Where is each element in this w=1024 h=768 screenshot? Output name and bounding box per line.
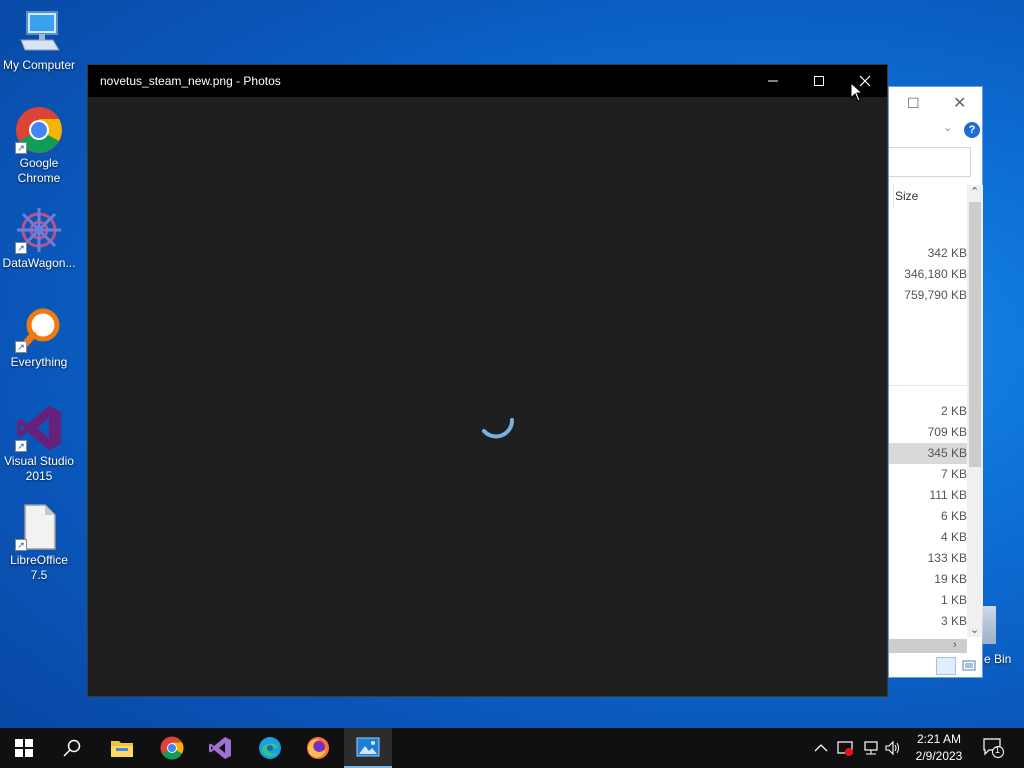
file-size: 342 KB	[927, 246, 967, 260]
file-size[interactable]: 19 KB	[889, 569, 967, 590]
chevron-up-icon	[814, 744, 828, 752]
search-icon	[63, 739, 81, 757]
clock[interactable]: 2:21 AM 2/9/2023	[900, 731, 978, 765]
desktop-icon-everything[interactable]: ↗ Everything	[0, 305, 78, 370]
start-button[interactable]	[0, 728, 48, 768]
chrome-icon: ↗	[15, 106, 63, 154]
desktop-icon-label: LibreOffice 7.5	[10, 553, 68, 582]
desktop-icon-visual-studio[interactable]: ↗ Visual Studio 2015	[0, 404, 78, 484]
photos-window[interactable]: novetus_steam_new.png - Photos	[87, 64, 888, 697]
close-icon[interactable]: ✕	[953, 93, 966, 113]
minimize-icon	[768, 80, 778, 82]
minimize-button[interactable]	[750, 65, 796, 97]
file-size: 346,180 KB	[904, 267, 967, 281]
search-button[interactable]	[48, 728, 96, 768]
maximize-icon[interactable]: ☐	[907, 95, 920, 112]
windows-logo-icon	[15, 739, 33, 757]
file-size[interactable]: 6 KB	[889, 506, 967, 527]
taskbar-chrome[interactable]	[148, 728, 196, 768]
shortcut-arrow-icon: ↗	[15, 341, 27, 353]
desktop-icon-my-computer[interactable]: My Computer	[0, 8, 78, 73]
network-tray-icon[interactable]	[862, 728, 880, 768]
mouse-cursor-icon	[850, 81, 864, 107]
shortcut-arrow-icon: ↗	[15, 539, 27, 551]
desktop-icon-label: My Computer	[2, 58, 76, 72]
computer-icon	[15, 8, 63, 56]
desktop-icon-label: Everything	[10, 355, 68, 369]
taskbar-edge[interactable]	[246, 728, 294, 768]
title-bar[interactable]: novetus_steam_new.png - Photos	[88, 65, 887, 97]
firefox-icon	[307, 737, 329, 759]
clock-time: 2:21 AM	[916, 732, 962, 746]
libreoffice-icon: ↗	[15, 503, 63, 551]
desktop-icon-label: e Bin	[984, 652, 1012, 666]
action-center-button[interactable]: 1	[983, 738, 1005, 763]
maximize-icon	[814, 76, 824, 86]
taskbar-visual-studio[interactable]	[196, 728, 244, 768]
visual-studio-icon	[209, 737, 231, 759]
file-size[interactable]: 133 KB	[889, 548, 967, 569]
scroll-up-icon[interactable]: ⌃	[970, 185, 979, 198]
file-size[interactable]: 4 KB	[889, 527, 967, 548]
everything-search-icon: ↗	[15, 305, 63, 353]
notification-icon	[983, 738, 1004, 758]
visual-studio-icon: ↗	[15, 404, 63, 452]
desktop-icon-google-chrome[interactable]: ↗ Google Chrome	[0, 106, 78, 186]
desktop-icon-label: Visual Studio 2015	[4, 454, 74, 483]
close-button[interactable]	[842, 65, 888, 97]
taskbar-photos[interactable]	[344, 728, 392, 768]
desktop-icon-label: DataWagon...	[2, 256, 76, 270]
clock-date: 2/9/2023	[915, 749, 963, 763]
taskbar-file-explorer[interactable]	[98, 728, 146, 768]
chevron-down-icon[interactable]: ⌄	[943, 121, 952, 134]
file-size[interactable]: 709 KB	[889, 422, 967, 443]
chrome-icon	[160, 736, 184, 760]
file-size[interactable]: 2 KB	[889, 401, 967, 422]
recycle-bin-icon[interactable]	[982, 606, 996, 644]
notification-count: 1	[995, 745, 1001, 755]
maximize-button[interactable]	[796, 65, 842, 97]
show-hidden-icons-button[interactable]	[814, 728, 828, 768]
file-explorer-window[interactable]: ☐ ✕ ⌄ ? Size 342 KB 346,180 KB 759,790 K…	[888, 86, 983, 678]
desktop-icon-libreoffice[interactable]: ↗ LibreOffice 7.5	[0, 503, 78, 583]
help-icon[interactable]: ?	[964, 122, 980, 138]
desktop-icon-datawagon[interactable]: ↗ DataWagon...	[0, 206, 78, 271]
shortcut-arrow-icon: ↗	[15, 440, 27, 452]
file-size-selected[interactable]: 345 KB	[889, 443, 967, 464]
network-icon	[864, 741, 878, 755]
shortcut-arrow-icon: ↗	[15, 142, 27, 154]
column-separator	[893, 185, 894, 207]
security-tray-icon[interactable]	[836, 728, 854, 768]
scroll-down-icon[interactable]: ⌄	[970, 623, 979, 636]
desktop-icon-label: Google Chrome	[17, 156, 61, 185]
photos-icon	[356, 737, 380, 757]
defender-icon	[837, 741, 853, 756]
file-size[interactable]: 7 KB	[889, 464, 967, 485]
edge-icon	[259, 737, 281, 759]
window-title: novetus_steam_new.png - Photos	[100, 74, 281, 88]
file-size: 759,790 KB	[904, 288, 967, 302]
folder-icon	[111, 741, 133, 757]
shortcut-arrow-icon: ↗	[15, 242, 27, 254]
large-icons-view-icon[interactable]	[959, 657, 979, 675]
file-size[interactable]: 111 KB	[889, 485, 967, 506]
scrollbar-thumb[interactable]	[969, 202, 981, 467]
file-size[interactable]: 3 KB	[889, 611, 967, 632]
datawagon-icon: ↗	[15, 206, 63, 254]
search-input[interactable]	[889, 147, 971, 177]
taskbar: 2:21 AM 2/9/2023 1	[0, 728, 1024, 768]
file-size[interactable]: 1 KB	[889, 590, 967, 611]
divider	[889, 385, 967, 386]
details-view-icon[interactable]	[936, 657, 956, 675]
loading-spinner-icon	[480, 417, 516, 446]
scroll-right-icon[interactable]: ›	[953, 639, 957, 651]
taskbar-firefox[interactable]	[294, 728, 342, 768]
column-header-size[interactable]: Size	[895, 189, 918, 203]
